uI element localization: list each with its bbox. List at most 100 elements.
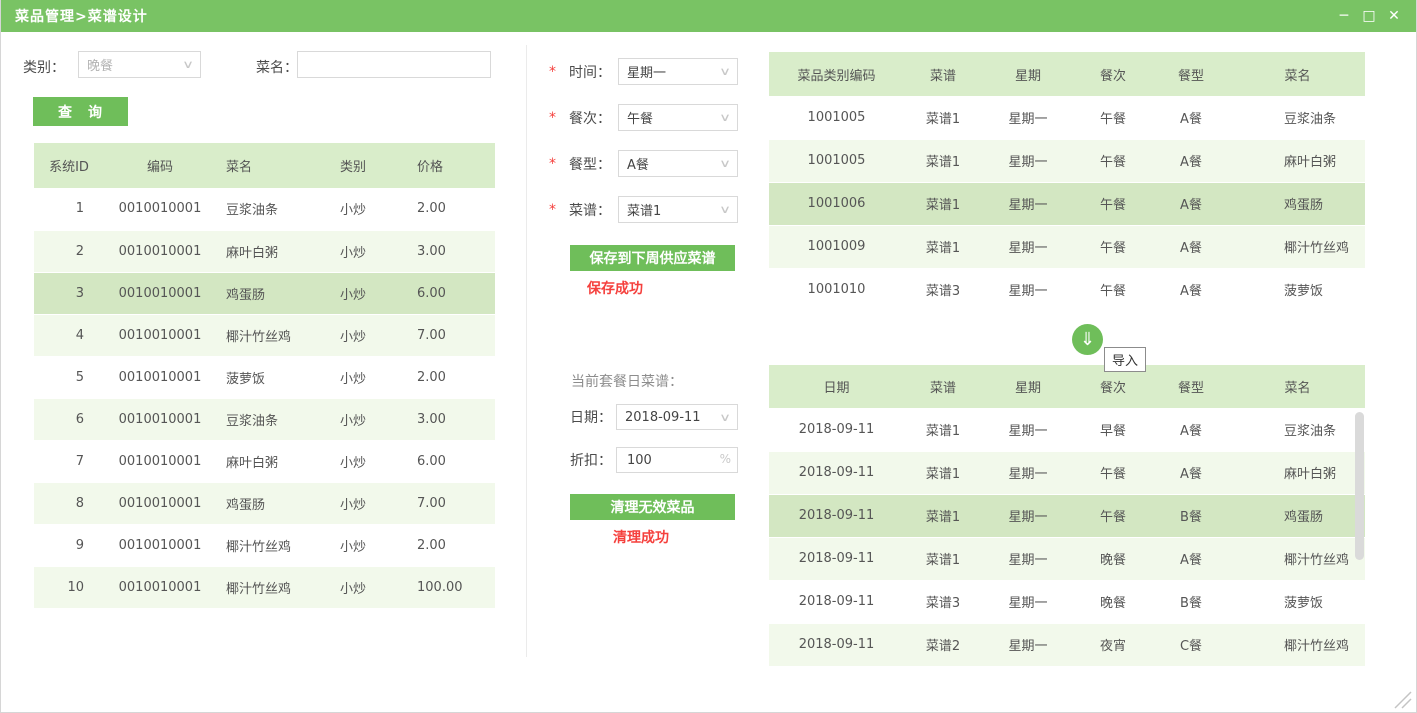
column-header: 编码 — [104, 143, 216, 188]
table-cell: 小炒 — [334, 566, 411, 608]
minimize-icon[interactable]: ─ — [1336, 0, 1352, 32]
table-cell: 0010010001 — [104, 566, 216, 608]
table-row[interactable]: 1001010菜谱3星期一午餐A餐菠萝饭 — [769, 268, 1365, 311]
table-row[interactable]: 1001009菜谱1星期一午餐A餐椰汁竹丝鸡 — [769, 225, 1365, 268]
table-cell: 2018-09-11 — [769, 537, 904, 580]
query-button[interactable]: 查 询 — [33, 97, 128, 126]
table-cell: 小炒 — [334, 524, 411, 566]
table-row[interactable]: 2018-09-11菜谱1星期一早餐A餐豆浆油条 — [769, 408, 1365, 451]
table-cell: 0010010001 — [104, 440, 216, 482]
table-row[interactable]: 100010010001椰汁竹丝鸡小炒100.00 — [34, 566, 495, 608]
menu-select[interactable]: 菜谱1 ∨ — [618, 196, 738, 223]
scrollbar-thumb[interactable] — [1355, 412, 1364, 560]
chevron-down-icon: ∨ — [182, 58, 194, 71]
table-cell: 小炒 — [334, 272, 411, 314]
table-cell: 1001009 — [769, 225, 904, 268]
close-icon[interactable]: ✕ — [1386, 0, 1402, 32]
table-header-row: 系统ID编码菜名类别价格 — [34, 143, 495, 188]
column-header: 菜谱 — [904, 52, 982, 96]
table-cell: 星期一 — [982, 494, 1074, 537]
save-next-week-button[interactable]: 保存到下周供应菜谱 — [570, 245, 735, 271]
table-cell: A餐 — [1152, 225, 1230, 268]
table-cell: 晚餐 — [1074, 580, 1152, 623]
category-select[interactable]: 晚餐 ∨ — [78, 51, 201, 78]
meal-type-label: 餐型： — [561, 154, 611, 174]
current-daily-menu-label: 当前套餐日菜谱： — [571, 371, 683, 391]
table-row[interactable]: 70010010001麻叶白粥小炒6.00 — [34, 440, 495, 482]
discount-input-wrap: % — [616, 447, 738, 473]
table-row[interactable]: 80010010001鸡蛋肠小炒7.00 — [34, 482, 495, 524]
table-row[interactable]: 1001005菜谱1星期一午餐A餐豆浆油条 — [769, 96, 1365, 139]
table-cell: 菜谱3 — [904, 268, 982, 311]
column-header: 菜名 — [216, 143, 334, 188]
table-cell: 星期一 — [982, 408, 1074, 451]
column-header: 菜品类别编码 — [769, 52, 904, 96]
table-cell: 椰汁竹丝鸡 — [1230, 623, 1365, 666]
date-field: 日期： 2018-09-11 ∨ — [568, 404, 738, 430]
column-header: 餐型 — [1152, 52, 1230, 96]
table-row[interactable]: 2018-09-11菜谱2星期一夜宵C餐椰汁竹丝鸡 — [769, 623, 1365, 666]
meal-time-select[interactable]: 午餐 ∨ — [618, 104, 738, 131]
table-cell: 午餐 — [1074, 494, 1152, 537]
title-bar: 菜品管理>菜谱设计 ─ □ ✕ — [1, 0, 1416, 32]
table-cell: 1 — [34, 188, 104, 230]
table-row[interactable]: 10010010001豆浆油条小炒2.00 — [34, 188, 495, 230]
import-tooltip: 导入 — [1104, 347, 1146, 372]
app-window: 菜品管理>菜谱设计 ─ □ ✕ 类别： 晚餐 ∨ 菜名： 查 询 系统ID编码菜… — [0, 0, 1417, 713]
table-row[interactable]: 30010010001鸡蛋肠小炒6.00 — [34, 272, 495, 314]
table-cell: 夜宵 — [1074, 623, 1152, 666]
table-row[interactable]: 20010010001麻叶白粥小炒3.00 — [34, 230, 495, 272]
table-row[interactable]: 1001005菜谱1星期一午餐A餐麻叶白粥 — [769, 139, 1365, 182]
discount-field: 折扣： % — [568, 447, 738, 473]
table-cell: 菠萝饭 — [216, 356, 334, 398]
time-select-value: 星期一 — [627, 62, 666, 81]
table-cell: 菜谱1 — [904, 225, 982, 268]
clean-invalid-dishes-button[interactable]: 清理无效菜品 — [570, 494, 735, 520]
time-select[interactable]: 星期一 ∨ — [618, 58, 738, 85]
date-select[interactable]: 2018-09-11 ∨ — [616, 404, 738, 430]
table-row[interactable]: 2018-09-11菜谱1星期一午餐B餐鸡蛋肠 — [769, 494, 1365, 537]
table-cell: 2018-09-11 — [769, 580, 904, 623]
table-header-row: 菜品类别编码菜谱星期餐次餐型菜名 — [769, 52, 1365, 96]
dish-name-label: 菜名： — [256, 57, 298, 77]
table-cell: 麻叶白粥 — [216, 440, 334, 482]
table-row[interactable]: 2018-09-11菜谱1星期一晚餐A餐椰汁竹丝鸡 — [769, 537, 1365, 580]
table-row[interactable]: 2018-09-11菜谱1星期一午餐A餐麻叶白粥 — [769, 451, 1365, 494]
table-cell: A餐 — [1152, 451, 1230, 494]
dish-name-input[interactable] — [297, 51, 491, 78]
chevron-down-icon: ∨ — [719, 411, 731, 424]
table-cell: 6.00 — [411, 272, 495, 314]
resize-grip-icon[interactable] — [1392, 689, 1412, 709]
table-cell: 午餐 — [1074, 139, 1152, 182]
table-cell: 星期一 — [982, 623, 1074, 666]
table-cell: 星期一 — [982, 225, 1074, 268]
table-cell: 2.00 — [411, 188, 495, 230]
meal-time-select-value: 午餐 — [627, 108, 653, 127]
meal-type-select[interactable]: A餐 ∨ — [618, 150, 738, 177]
table-cell: 椰汁竹丝鸡 — [1230, 225, 1365, 268]
table-cell: 鸡蛋肠 — [216, 482, 334, 524]
table-cell: 小炒 — [334, 188, 411, 230]
table-cell: 1001005 — [769, 139, 904, 182]
table-row[interactable]: 50010010001菠萝饭小炒2.00 — [34, 356, 495, 398]
column-header: 类别 — [334, 143, 411, 188]
table-row[interactable]: 1001006菜谱1星期一午餐A餐鸡蛋肠 — [769, 182, 1365, 225]
column-header: 价格 — [411, 143, 495, 188]
table-row[interactable]: 40010010001椰汁竹丝鸡小炒7.00 — [34, 314, 495, 356]
table-cell: 星期一 — [982, 96, 1074, 139]
maximize-icon[interactable]: □ — [1361, 0, 1377, 32]
table-cell: 1001006 — [769, 182, 904, 225]
table-row[interactable]: 90010010001椰汁竹丝鸡小炒2.00 — [34, 524, 495, 566]
table-cell: B餐 — [1152, 494, 1230, 537]
table-cell: 2018-09-11 — [769, 451, 904, 494]
table-cell: 椰汁竹丝鸡 — [1230, 537, 1365, 580]
arrow-down-icon: ⇓ — [1080, 331, 1095, 349]
column-header: 星期 — [982, 365, 1074, 408]
table-cell: A餐 — [1152, 408, 1230, 451]
import-arrow-button[interactable]: ⇓ — [1072, 324, 1103, 355]
table-row[interactable]: 2018-09-11菜谱3星期一晚餐B餐菠萝饭 — [769, 580, 1365, 623]
table-cell: 3.00 — [411, 398, 495, 440]
weekly-menu-table: 菜品类别编码菜谱星期餐次餐型菜名1001005菜谱1星期一午餐A餐豆浆油条100… — [769, 52, 1365, 312]
table-cell: 星期一 — [982, 139, 1074, 182]
table-row[interactable]: 60010010001豆浆油条小炒3.00 — [34, 398, 495, 440]
